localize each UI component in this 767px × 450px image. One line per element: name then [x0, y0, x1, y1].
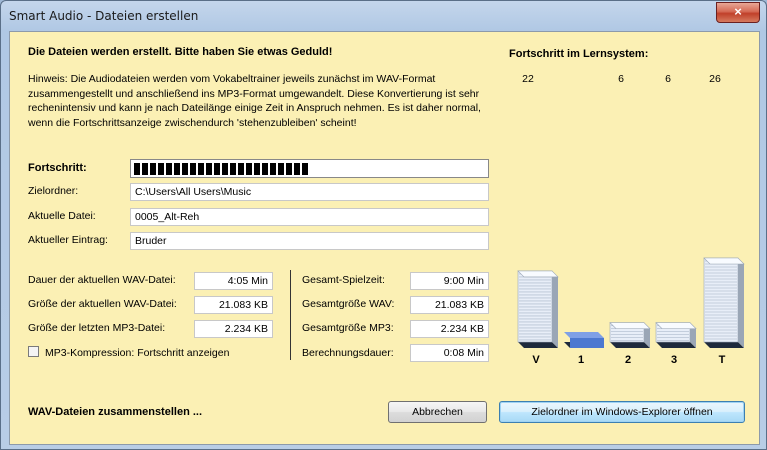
stat-value[interactable]: 2.234 KB	[194, 320, 273, 338]
category-label: V	[532, 354, 540, 366]
learning-chart	[517, 257, 745, 348]
cancel-button[interactable]: Abbrechen	[388, 401, 487, 423]
dialog-window: Smart Audio - Dateien erstellen × Die Da…	[0, 0, 767, 450]
total-value[interactable]: 2.234 KB	[410, 320, 489, 338]
count-label: 6	[665, 73, 671, 85]
progress-segment	[190, 163, 196, 175]
mp3-progress-checkbox[interactable]	[28, 346, 39, 357]
bar-base	[610, 342, 650, 348]
category-label: 1	[577, 354, 585, 366]
progress-segment	[174, 163, 180, 175]
bar-base	[656, 342, 696, 348]
checkbox-label[interactable]: MP3-Kompression: Fortschritt anzeigen	[45, 347, 229, 359]
bar-top	[609, 322, 651, 329]
category-label: 3	[670, 354, 678, 366]
bar-side	[552, 270, 558, 348]
progress-segment	[238, 163, 244, 175]
bar-top	[655, 322, 697, 329]
stat-label: Dauer der aktuellen WAV-Datei:	[28, 274, 176, 286]
stat-label: Größe der letzten MP3-Datei:	[28, 322, 166, 334]
datei-field[interactable]: 0005_Alt-Reh	[130, 208, 489, 226]
bar-base	[518, 342, 558, 348]
progress-label: Fortschritt:	[28, 162, 87, 174]
progress-segment	[166, 163, 172, 175]
close-icon: ×	[734, 4, 742, 19]
window-title: Smart Audio - Dateien erstellen	[9, 9, 199, 23]
progress-segment	[262, 163, 268, 175]
title-bar[interactable]: Smart Audio - Dateien erstellen ×	[1, 1, 766, 31]
progress-bar	[130, 159, 489, 178]
progress-segment	[294, 163, 300, 175]
bar-top	[517, 270, 559, 278]
count-label: 22	[522, 73, 534, 85]
progress-segment	[286, 163, 292, 175]
heading: Die Dateien werden erstellt. Bitte haben…	[28, 46, 333, 58]
total-value[interactable]: 9:00 Min	[410, 272, 489, 290]
progress-segment	[302, 163, 308, 175]
eintrag-label: Aktueller Eintrag:	[28, 234, 108, 246]
progress-segment	[230, 163, 236, 175]
progress-segment	[254, 163, 260, 175]
close-button[interactable]: ×	[716, 2, 760, 23]
progress-segment	[134, 163, 140, 175]
count-label: 26	[709, 73, 721, 85]
category-label: 2	[624, 354, 632, 366]
total-value[interactable]: 21.083 KB	[410, 296, 489, 314]
progress-segment	[214, 163, 220, 175]
open-folder-button[interactable]: Zielordner im Windows-Explorer öffnen	[499, 401, 745, 423]
progress-segment	[182, 163, 188, 175]
progress-segment	[222, 163, 228, 175]
stat-value[interactable]: 21.083 KB	[194, 296, 273, 314]
stat-value[interactable]: 4:05 Min	[194, 272, 273, 290]
eintrag-field[interactable]: Bruder	[130, 232, 489, 250]
category-label: T	[718, 354, 726, 366]
bar-top	[564, 332, 604, 338]
divider	[290, 270, 291, 360]
learning-title: Fortschritt im Lernsystem:	[509, 48, 649, 60]
bar	[517, 270, 553, 343]
progress-segment	[142, 163, 148, 175]
bar-base	[704, 342, 744, 348]
total-label: Gesamt-Spielzeit:	[302, 274, 385, 286]
total-value[interactable]: 0:08 Min	[410, 344, 489, 362]
progress-segment	[150, 163, 156, 175]
count-label: 6	[618, 73, 624, 85]
total-label: Gesamtgröße MP3:	[302, 322, 394, 334]
datei-label: Aktuelle Datei:	[28, 210, 96, 222]
dialog-body: Die Dateien werden erstellt. Bitte haben…	[9, 31, 760, 445]
total-label: Berechnungsdauer:	[302, 347, 394, 359]
progress-segment	[158, 163, 164, 175]
progress-segment	[206, 163, 212, 175]
progress-segment	[278, 163, 284, 175]
zielordner-field[interactable]: C:\Users\All Users\Music	[130, 183, 489, 201]
progress-segment	[270, 163, 276, 175]
hint-text: Hinweis: Die Audiodateien werden vom Vok…	[28, 73, 481, 129]
bar	[570, 338, 604, 348]
zielordner-label: Zielordner:	[28, 185, 79, 197]
progress-segment	[246, 163, 252, 175]
bar-top	[703, 257, 745, 265]
stat-label: Größe der aktuellen WAV-Datei:	[28, 298, 177, 310]
progress-segment	[198, 163, 204, 175]
bar-side	[738, 258, 744, 348]
status-text: WAV-Dateien zusammenstellen ...	[28, 406, 203, 418]
total-label: Gesamtgröße WAV:	[302, 298, 395, 310]
